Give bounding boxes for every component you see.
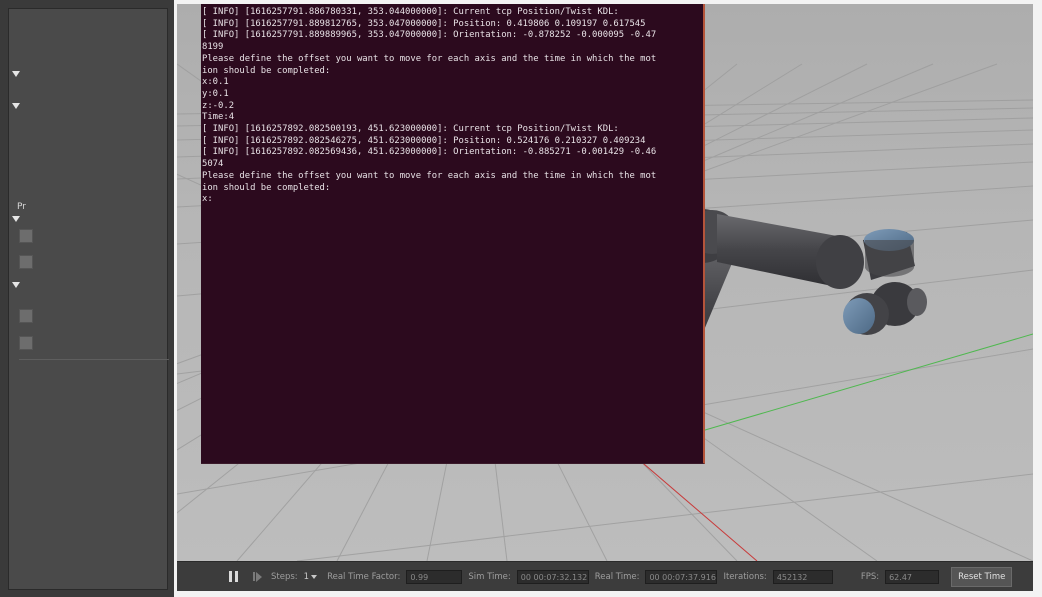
- left-panel: Pr: [0, 0, 174, 597]
- fps-label: FPS:: [860, 571, 880, 582]
- terminal-line: Time:4: [202, 112, 235, 123]
- sim-time-label: Sim Time:: [468, 571, 511, 582]
- real-time-factor-field: 0.99: [406, 569, 463, 584]
- iterations-label: Iterations:: [723, 571, 767, 582]
- sim-time-field: 00 00:07:32.132: [516, 569, 589, 584]
- pause-icon[interactable]: [229, 571, 239, 582]
- fps-field: 62.47: [885, 569, 940, 584]
- terminal-line: 8199: [202, 42, 224, 53]
- real-time-field: 00 00:07:37.916: [645, 569, 718, 584]
- terminal-line: Please define the offset you want to mov…: [202, 53, 657, 64]
- terminal-line: ion should be completed:: [202, 65, 331, 76]
- 3d-viewport[interactable]: [ INFO] [1616257791.886780331, 353.04400…: [177, 4, 1033, 561]
- expand-arrow-icon[interactable]: [12, 216, 20, 222]
- divider: [19, 359, 169, 360]
- property-row[interactable]: [19, 255, 33, 269]
- terminal-line: [ INFO] [1616257791.889812765, 353.04700…: [202, 18, 646, 29]
- terminal-line: [ INFO] [1616257791.886780331, 353.04400…: [202, 7, 619, 17]
- terminal-line: [ INFO] [1616257892.082500193, 451.62300…: [202, 124, 619, 135]
- real-time-factor-label: Real Time Factor:: [327, 571, 401, 582]
- terminal-line: x:0.1: [202, 77, 229, 88]
- steps-value: 1: [303, 571, 310, 582]
- iterations-field: 452132: [772, 569, 833, 584]
- terminal-line: [ INFO] [1616257791.889889965, 353.04700…: [202, 30, 657, 41]
- expand-arrow-icon[interactable]: [12, 71, 20, 77]
- real-time-label: Real Time:: [594, 571, 640, 582]
- terminal-line: y:0.1: [202, 88, 229, 99]
- terminal-line: [ INFO] [1616257892.082569436, 451.62300…: [202, 147, 657, 158]
- property-row[interactable]: [19, 336, 33, 350]
- terminal-line: [ INFO] [1616257892.082546275, 451.62300…: [202, 135, 646, 146]
- terminal-line: 5074: [202, 159, 224, 170]
- expand-arrow-icon[interactable]: [12, 103, 20, 109]
- reset-time-button[interactable]: Reset Time: [951, 566, 1013, 587]
- expand-arrow-icon[interactable]: [12, 282, 20, 288]
- left-panel-tree: Pr: [8, 8, 169, 590]
- step-forward-icon[interactable]: [253, 571, 265, 582]
- terminal-line: ion should be completed:: [202, 182, 331, 193]
- steps-label: Steps:: [271, 571, 298, 582]
- terminal-line: Please define the offset you want to mov…: [202, 170, 657, 181]
- x-axis-line: [629, 451, 758, 561]
- panel-label: Pr: [17, 202, 26, 212]
- gazebo-window: Pr [INFO] [1616257791.886780331, 353.04…: [0, 0, 1042, 597]
- terminal-window[interactable]: [ INFO] [1616257791.886780331, 353.04400…: [201, 4, 705, 464]
- terminal-line: x:: [202, 194, 213, 205]
- terminal-output: [ INFO] [1616257791.886780331, 353.04400…: [202, 7, 702, 206]
- property-row[interactable]: [19, 229, 33, 243]
- terminal-line: z:-0.2: [202, 100, 235, 111]
- simulation-toolbar: Steps: 1 Real Time Factor: 0.99 Sim Time…: [177, 561, 1033, 591]
- property-row[interactable]: [19, 309, 33, 323]
- caret-down-icon: [311, 574, 318, 579]
- steps-selector[interactable]: 1: [303, 571, 318, 582]
